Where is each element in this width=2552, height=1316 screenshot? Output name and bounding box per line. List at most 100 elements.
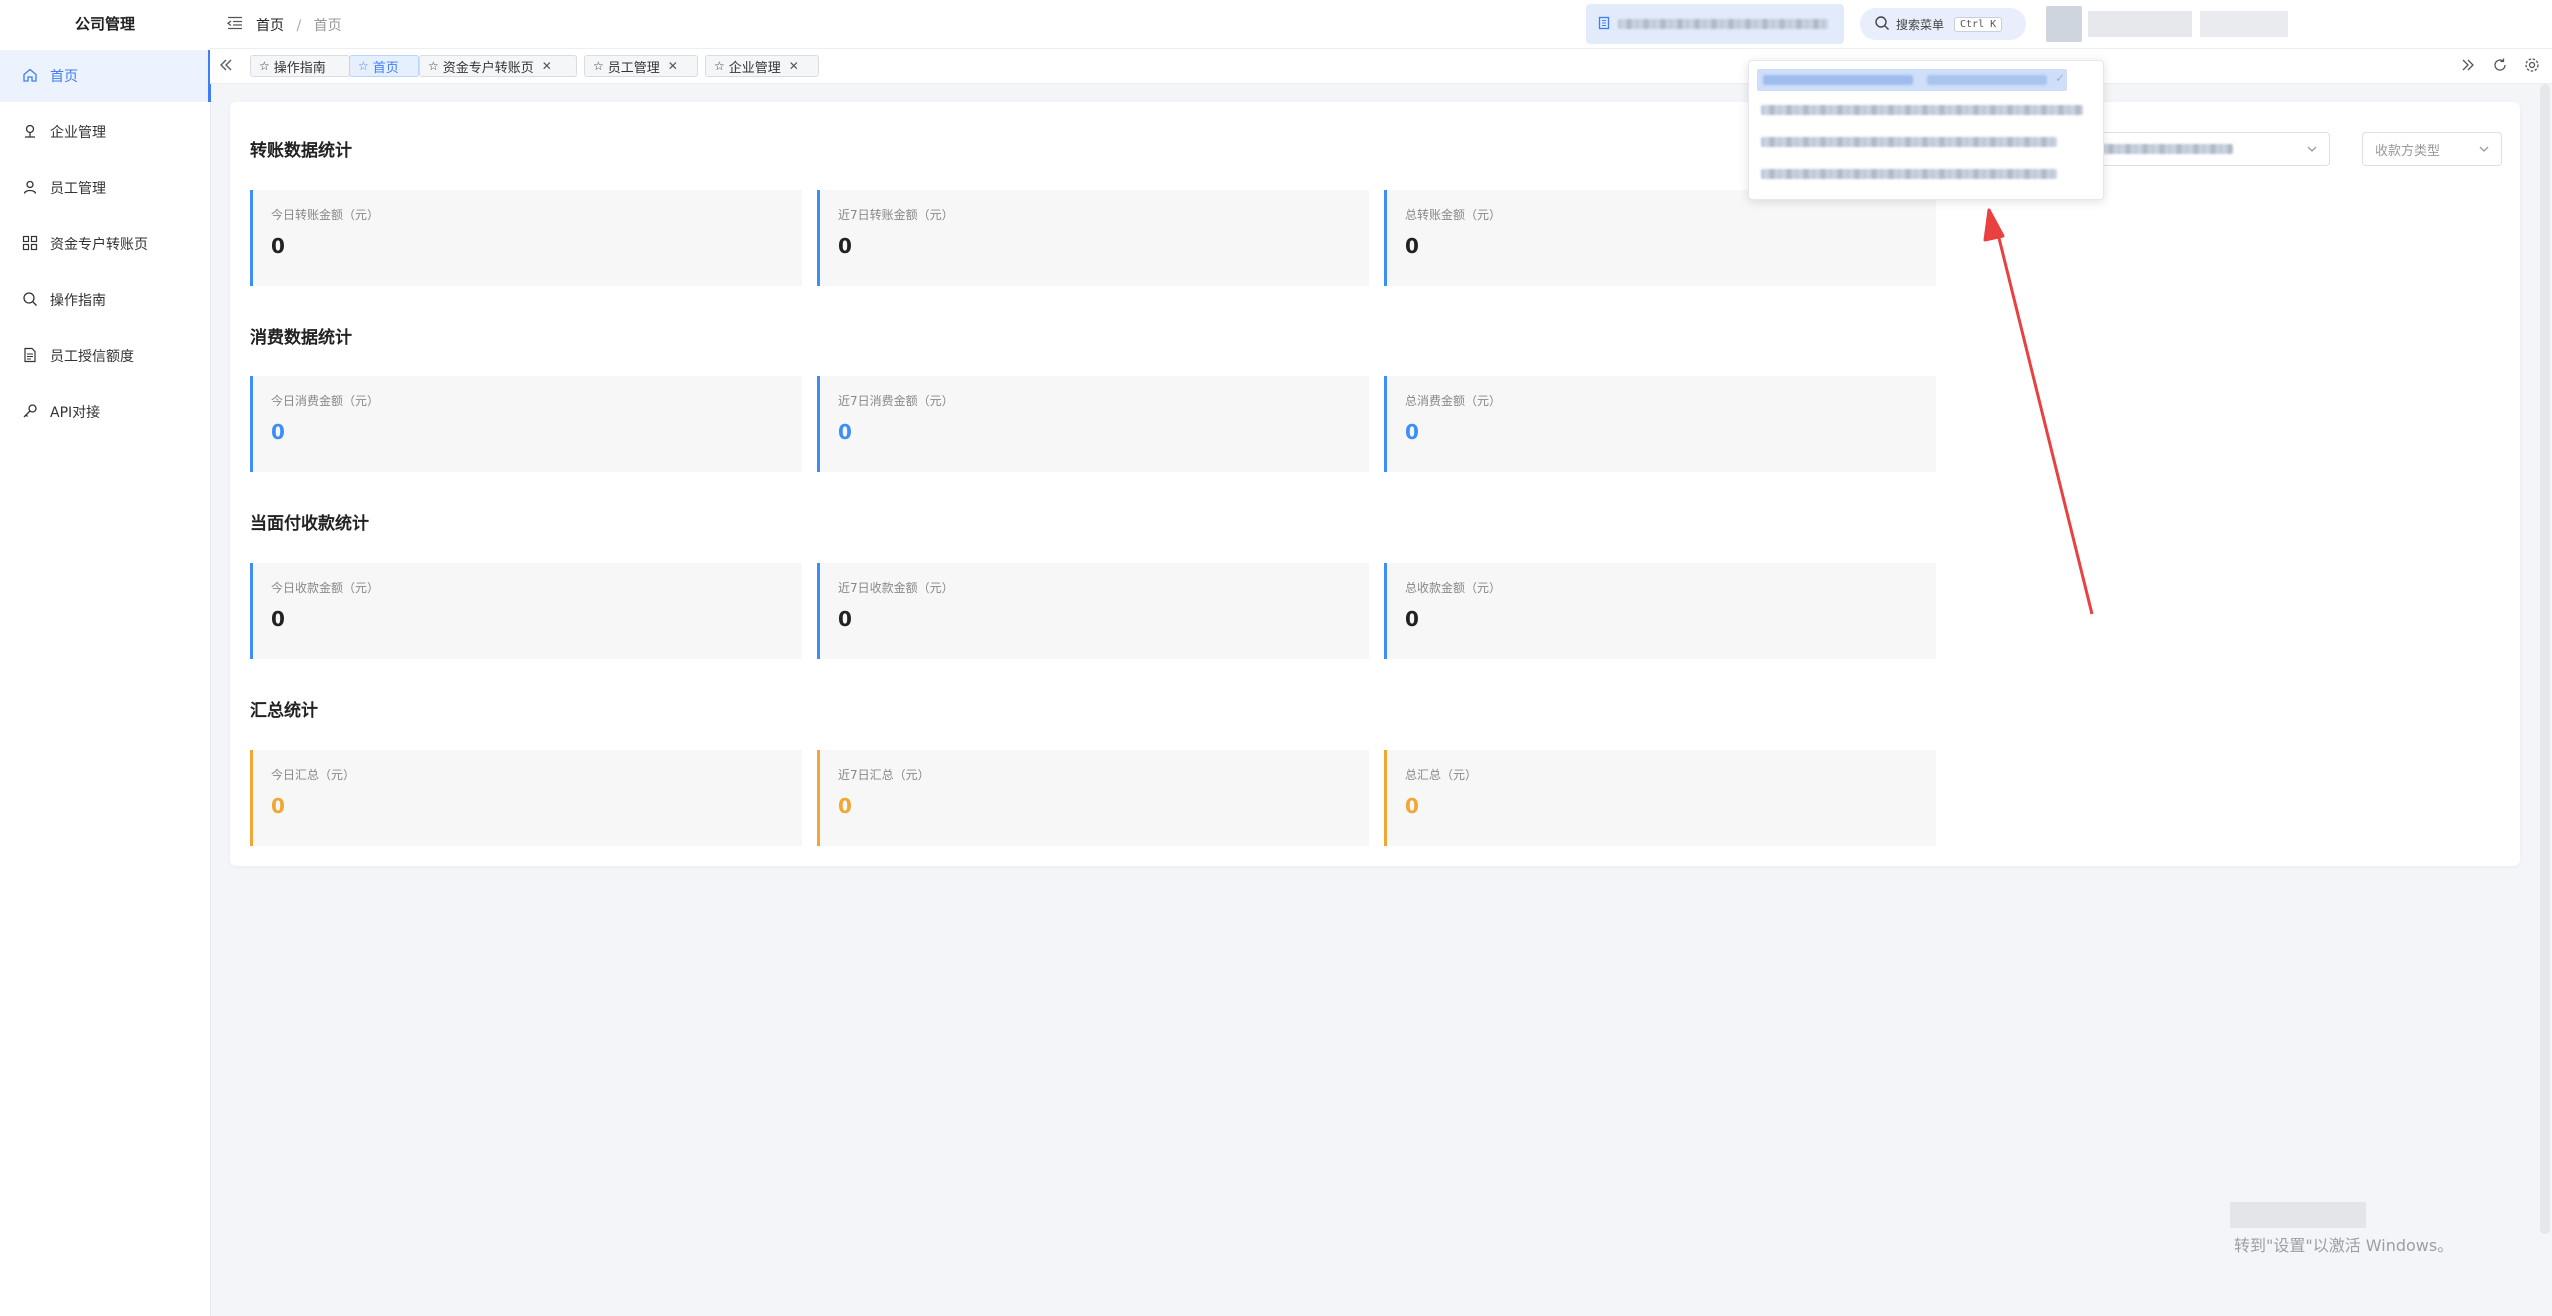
- stat-card-summary-total: 总汇总（元） 0: [1384, 750, 1936, 846]
- stat-label: 今日汇总（元）: [271, 768, 356, 782]
- stat-card-receipt-today: 今日收款金额（元） 0: [250, 563, 802, 659]
- company-filter-select[interactable]: [2070, 132, 2330, 166]
- user-info-redacted: [2200, 11, 2288, 37]
- close-icon[interactable]: ✕: [668, 59, 678, 73]
- stat-value: 0: [271, 420, 285, 444]
- tab-label: 企业管理: [728, 60, 781, 76]
- double-chevron-left-icon[interactable]: [218, 57, 236, 75]
- company-dropdown: ✓: [1748, 60, 2104, 200]
- tab-fund-transfer[interactable]: ☆ 资金专户转账页 ✕: [419, 55, 577, 77]
- payee-type-placeholder: 收款方类型: [2375, 143, 2441, 159]
- stat-value: 0: [838, 794, 852, 818]
- user-name-redacted: [2088, 11, 2192, 37]
- key-icon: [22, 403, 40, 421]
- sidebar-item-label: API对接: [50, 405, 101, 421]
- watermark-title-redacted: [2230, 1202, 2366, 1228]
- stat-card-summary-today: 今日汇总（元） 0: [250, 750, 802, 846]
- check-icon: ✓: [2054, 71, 2065, 85]
- dashboard-card: 收款方类型 转账数据统计 今日转账金额（元） 0 近7日转账金额（元） 0 总转…: [230, 102, 2520, 866]
- menu-search[interactable]: 搜索菜单 Ctrl K: [1860, 8, 2026, 40]
- stat-card-consumption-total: 总消费金额（元） 0: [1384, 376, 1936, 472]
- sidebar-item-guide[interactable]: 操作指南: [0, 274, 210, 326]
- sidebar-item-fund-transfer[interactable]: 资金专户转账页: [0, 218, 210, 270]
- stat-card-receipt-7d: 近7日收款金额（元） 0: [817, 563, 1369, 659]
- sidebar-item-label: 员工授信额度: [50, 349, 134, 365]
- tab-guide[interactable]: ☆ 操作指南: [250, 55, 350, 77]
- sidebar-item-api[interactable]: API对接: [0, 386, 210, 438]
- stat-label: 今日收款金额（元）: [271, 581, 380, 595]
- refresh-icon[interactable]: [2492, 57, 2510, 75]
- dropdown-option[interactable]: [1761, 169, 2057, 179]
- stat-label: 近7日汇总（元）: [838, 768, 930, 782]
- stat-value: 0: [271, 794, 285, 818]
- stat-value: 0: [838, 420, 852, 444]
- sidebar-item-label: 首页: [50, 69, 78, 85]
- menu-fold-icon[interactable]: [226, 14, 246, 34]
- stat-label: 今日消费金额（元）: [271, 394, 380, 408]
- stat-label: 今日转账金额（元）: [271, 208, 380, 222]
- tab-home[interactable]: ☆ 首页: [349, 55, 419, 77]
- dropdown-option[interactable]: [1761, 105, 2083, 115]
- stat-card-consumption-today: 今日消费金额（元） 0: [250, 376, 802, 472]
- breadcrumb-home[interactable]: 首页: [256, 18, 284, 34]
- stat-value: 0: [1405, 794, 1419, 818]
- tab-label: 首页: [372, 60, 399, 76]
- breadcrumb-separator: /: [296, 18, 302, 34]
- chevron-down-icon: [2307, 146, 2317, 152]
- sidebar-item-label: 资金专户转账页: [50, 237, 148, 253]
- stat-card-summary-7d: 近7日汇总（元） 0: [817, 750, 1369, 846]
- sidebar-item-enterprise[interactable]: 企业管理: [0, 106, 210, 158]
- search-icon: [1874, 15, 1890, 34]
- company-switcher[interactable]: [1586, 4, 1844, 44]
- stat-card-transfer-total: 总转账金额（元） 0: [1384, 190, 1936, 286]
- sidebar-item-label: 员工管理: [50, 181, 106, 197]
- selected-value-redacted: [2083, 144, 2233, 154]
- sidebar-menu: 首页 企业管理 员工管理 资金专户转账页 操作指南 员工授信额度 API对接: [0, 50, 211, 438]
- stat-value: 0: [838, 607, 852, 631]
- dropdown-option[interactable]: [1761, 137, 2057, 147]
- avatar[interactable]: [2046, 6, 2082, 42]
- tab-label: 资金专户转账页: [442, 60, 534, 76]
- settings-icon[interactable]: [2524, 57, 2542, 75]
- search-icon: [22, 291, 40, 309]
- tab-employees[interactable]: ☆ 员工管理 ✕: [584, 55, 698, 77]
- sidebar-item-home[interactable]: 首页: [0, 50, 211, 102]
- brand-title: 公司管理: [74, 15, 135, 33]
- stat-label: 总汇总（元）: [1405, 768, 1478, 782]
- sidebar-item-credit-limit[interactable]: 员工授信额度: [0, 330, 210, 382]
- double-chevron-right-icon[interactable]: [2460, 57, 2478, 75]
- search-shortcut: Ctrl K: [1954, 16, 2003, 32]
- payee-type-select[interactable]: 收款方类型: [2362, 132, 2502, 166]
- stat-value: 0: [271, 234, 285, 258]
- stat-label: 总消费金额（元）: [1405, 394, 1502, 408]
- sidebar-item-label: 企业管理: [50, 125, 106, 141]
- dropdown-option-selected[interactable]: ✓: [1757, 69, 2067, 91]
- stat-card-consumption-7d: 近7日消费金额（元） 0: [817, 376, 1369, 472]
- windows-activation-watermark: 转到"设置"以激活 Windows。: [2234, 1236, 2454, 1255]
- stat-label: 总转账金额（元）: [1405, 208, 1502, 222]
- star-icon: ☆: [358, 59, 369, 73]
- search-placeholder: 搜索菜单: [1896, 17, 1945, 32]
- close-icon[interactable]: ✕: [542, 59, 552, 73]
- stat-value: 0: [838, 234, 852, 258]
- stat-value: 0: [1405, 234, 1419, 258]
- user-icon: [22, 179, 40, 197]
- tab-label: 员工管理: [607, 60, 660, 76]
- option-text-redacted: [1927, 75, 2047, 85]
- star-icon: ☆: [593, 59, 604, 73]
- close-icon[interactable]: ✕: [789, 59, 799, 73]
- stat-value: 0: [1405, 420, 1419, 444]
- map-pin-icon: [22, 123, 40, 141]
- breadcrumb: 首页 / 首页: [256, 15, 342, 35]
- section-title-f2f-payment: 当面付收款统计: [250, 514, 369, 534]
- grid-icon: [22, 235, 40, 253]
- top-header: 首页 / 首页 搜索菜单 Ctrl K: [210, 0, 2552, 49]
- sidebar-item-employees[interactable]: 员工管理: [0, 162, 210, 214]
- stat-label: 近7日收款金额（元）: [838, 581, 954, 595]
- tab-enterprise[interactable]: ☆ 企业管理 ✕: [705, 55, 819, 77]
- page-scrollbar[interactable]: [2540, 84, 2550, 1234]
- breadcrumb-current: 首页: [313, 18, 342, 34]
- home-icon: [22, 67, 40, 85]
- tabs-bar: ☆ 操作指南 ☆ 首页 ☆ 资金专户转账页 ✕ ☆ 员工管理 ✕ ☆ 企业管理 …: [210, 49, 2552, 84]
- stat-card-transfer-7d: 近7日转账金额（元） 0: [817, 190, 1369, 286]
